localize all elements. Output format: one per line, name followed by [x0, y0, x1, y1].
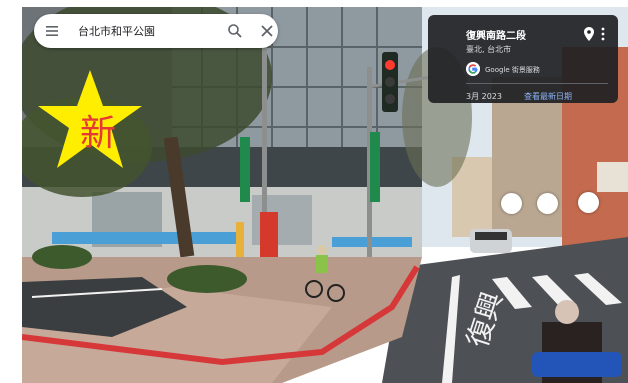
search-icon[interactable] [227, 23, 243, 39]
search-input[interactable] [78, 22, 208, 40]
street-view-viewport[interactable]: 復興 新 台北市和平公園 復興南路二段 臺北, 台北市 Google 街景服務 … [22, 7, 628, 383]
nav-arrow-side[interactable] [578, 192, 599, 213]
search-bar [34, 14, 278, 48]
location-subtitle: 臺北, 台北市 [466, 45, 512, 54]
new-badge-label: 新 [79, 113, 116, 154]
see-latest-date-link[interactable]: 查看最新日期 [524, 91, 572, 102]
pin-icon[interactable] [584, 27, 594, 41]
google-logo-icon [466, 62, 480, 76]
close-icon[interactable] [259, 23, 275, 39]
capture-date: 3月 2023 [466, 92, 502, 101]
menu-icon[interactable] [44, 23, 60, 39]
location-title: 復興南路二段 [466, 31, 526, 42]
source-label: Google 街景服務 [485, 66, 540, 74]
more-vert-icon[interactable] [600, 27, 606, 41]
nav-arrow-forward[interactable] [537, 193, 558, 214]
card-divider [466, 83, 608, 84]
nav-arrow-back[interactable] [501, 193, 522, 214]
location-info-card: 復興南路二段 臺北, 台北市 Google 街景服務 3月 2023 查看最新日… [428, 15, 618, 103]
